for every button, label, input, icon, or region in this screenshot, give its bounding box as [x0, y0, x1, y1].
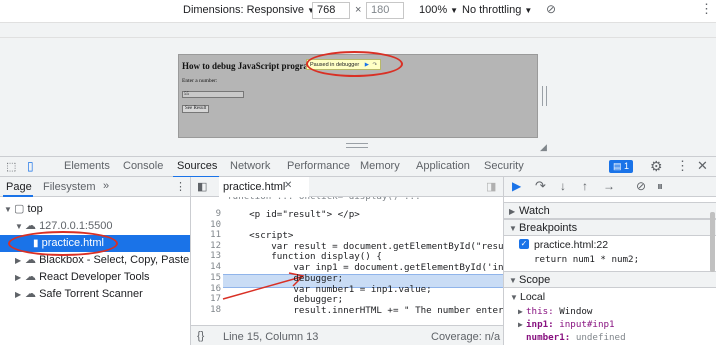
rotate-icon[interactable]: ⊘: [546, 2, 556, 16]
file-tab-label: practice.html: [223, 181, 286, 193]
toggle-debugger-icon[interactable]: ◨: [486, 180, 496, 193]
messages-badge[interactable]: ▤ 1: [609, 160, 634, 173]
local-scope[interactable]: ▼ Local: [510, 291, 545, 303]
coverage-status: Coverage: n/a: [431, 331, 501, 343]
line-number[interactable]: 9: [191, 209, 221, 219]
resume-execution-icon[interactable]: ▶: [512, 179, 521, 193]
code-line: <p id="result"> </p>: [227, 209, 360, 220]
annotation-circle-file: [8, 231, 118, 256]
scope-section[interactable]: ▼ Scope: [504, 271, 716, 288]
navigator-menu-icon[interactable]: ⋮: [175, 180, 186, 193]
line-number[interactable]: 15: [191, 273, 221, 283]
tab-network[interactable]: Network: [230, 160, 270, 172]
line-number[interactable]: 18: [191, 305, 221, 315]
throttling-select[interactable]: No throttling ▼: [462, 4, 532, 16]
watch-section[interactable]: ▶ Watch: [504, 202, 716, 219]
tab-performance[interactable]: Performance: [287, 160, 350, 172]
tab-sources[interactable]: Sources: [177, 160, 217, 172]
pause-on-exceptions-icon[interactable]: ⏸: [657, 179, 663, 194]
step-over-icon[interactable]: ↷: [535, 178, 546, 194]
step-into-icon[interactable]: ↓: [560, 179, 566, 193]
line-number[interactable]: 13: [191, 251, 221, 261]
enter-number-label: Enter a number:: [182, 78, 218, 84]
page-heading: How to debug JavaScript program?: [182, 61, 320, 71]
tab-application[interactable]: Application: [416, 160, 470, 172]
device-toolbar: Dimensions: Responsive▼ 768 × 180 100%▼ …: [0, 0, 716, 22]
breakpoints-section[interactable]: ▼ Breakpoints: [504, 219, 716, 236]
line-number[interactable]: 12: [191, 241, 221, 251]
tree-item-blackbox[interactable]: ▶☁ Blackbox - Select, Copy, Paste & Se: [0, 252, 191, 269]
editor-pane: ◧ practice.html ✕ ◨ function ... onclick…: [191, 177, 504, 345]
deactivate-breakpoints-icon[interactable]: ⊘: [636, 179, 646, 193]
corner-resize-handle[interactable]: ◢: [540, 142, 547, 153]
see-result-button[interactable]: See Result: [182, 105, 210, 113]
height-resize-handle[interactable]: [346, 143, 368, 148]
code-line: var result = document.getElementById("re…: [227, 240, 503, 252]
settings-gear-icon[interactable]: ⚙: [650, 158, 663, 175]
scope-row-number1[interactable]: number1: undefined: [526, 332, 626, 343]
breakpoint-checkbox[interactable]: ✓: [519, 239, 529, 249]
subtab-filesystem[interactable]: Filesystem: [43, 181, 96, 193]
breakpoint-file[interactable]: practice.html:22: [534, 239, 608, 251]
line-number[interactable]: 17: [191, 294, 221, 304]
debugger-scrollbar[interactable]: [710, 212, 715, 272]
close-devtools-icon[interactable]: ✕: [697, 158, 708, 174]
dimension-times: ×: [355, 4, 362, 16]
tab-security[interactable]: Security: [484, 160, 524, 172]
navigator-pane: Page Filesystem » ⋮ ▼ ▢ top ▼ ☁ 127.0.0.1:…: [0, 177, 191, 345]
debugger-pane: ▶ ↷ ↓ ↑ → ⊘ ⏸ ▶ Watch ▼ Breakpoints ✓ prac…: [504, 177, 716, 345]
code-line: result.innerHTML += " The number enter: [227, 304, 503, 316]
dimensions-select[interactable]: Dimensions: Responsive▼: [183, 4, 315, 16]
step-out-icon[interactable]: ↑: [582, 179, 588, 193]
code-area[interactable]: function ... onclick="display()"... 9 <p…: [191, 197, 503, 325]
subtab-page[interactable]: Page: [6, 181, 32, 193]
code-line: var number1 = inp1.value;: [227, 283, 432, 295]
code-line: function display() {: [227, 251, 382, 262]
customize-menu-icon[interactable]: ⋮: [676, 158, 689, 174]
width-input[interactable]: 768: [312, 2, 350, 19]
device-toggle-icon[interactable]: ▯: [27, 159, 34, 173]
code-line: var inp1 = document.getElementById('in: [227, 261, 503, 273]
code-line: debugger;: [227, 294, 344, 305]
debugger-toolbar: ▶ ↷ ↓ ↑ → ⊘ ⏸: [504, 177, 716, 197]
step-icon[interactable]: →: [603, 179, 615, 193]
tab-console[interactable]: Console: [123, 160, 163, 172]
line-number[interactable]: 10: [191, 220, 221, 230]
scope-row-this[interactable]: ▶ this: Window: [518, 306, 592, 317]
height-input[interactable]: 180: [366, 2, 404, 19]
toggle-navigator-icon[interactable]: ◧: [197, 180, 207, 193]
scope-row-inp1[interactable]: ▶ inp1: input#inp1: [518, 319, 615, 330]
line-number[interactable]: 11: [191, 230, 221, 240]
breakpoint-code: return num1 * num2;: [534, 254, 640, 265]
line-number[interactable]: 14: [191, 262, 221, 272]
zoom-select[interactable]: 100% ▼: [419, 4, 458, 16]
more-options-icon[interactable]: ⋮: [700, 1, 713, 17]
code-line: <script>: [227, 230, 294, 241]
inspect-icon[interactable]: ⬚: [6, 160, 16, 173]
devtools-tabbar: ⬚ ▯ Elements Console Sources Network Per…: [0, 156, 716, 178]
tab-memory[interactable]: Memory: [360, 160, 400, 172]
more-subtabs-icon[interactable]: »: [103, 180, 109, 192]
editor-tabbar: ◧ practice.html ✕ ◨: [191, 177, 503, 197]
code-line: debugger;: [227, 273, 344, 284]
tree-item-top[interactable]: ▼ ▢ top: [0, 201, 43, 218]
editor-statusbar: {} Line 15, Column 13 Coverage: n/a: [191, 325, 503, 345]
cursor-position: Line 15, Column 13: [223, 331, 319, 343]
close-file-tab-icon[interactable]: ✕: [284, 180, 292, 191]
tree-item-safe-torrent[interactable]: ▶ ☁ Safe Torrent Scanner: [0, 286, 143, 303]
device-ruler: [0, 22, 716, 38]
line-number[interactable]: 16: [191, 284, 221, 294]
width-resize-handle[interactable]: [542, 86, 547, 106]
annotation-circle-paused: [306, 51, 403, 77]
tab-elements[interactable]: Elements: [64, 160, 110, 172]
number-input[interactable]: 55: [182, 91, 244, 98]
tree-item-react-devtools[interactable]: ▶ ☁ React Developer Tools: [0, 269, 150, 286]
subtab-active-indicator: [3, 195, 33, 197]
pretty-print-icon[interactable]: {}: [197, 330, 204, 342]
navigator-subtabs: Page Filesystem » ⋮: [0, 177, 190, 197]
